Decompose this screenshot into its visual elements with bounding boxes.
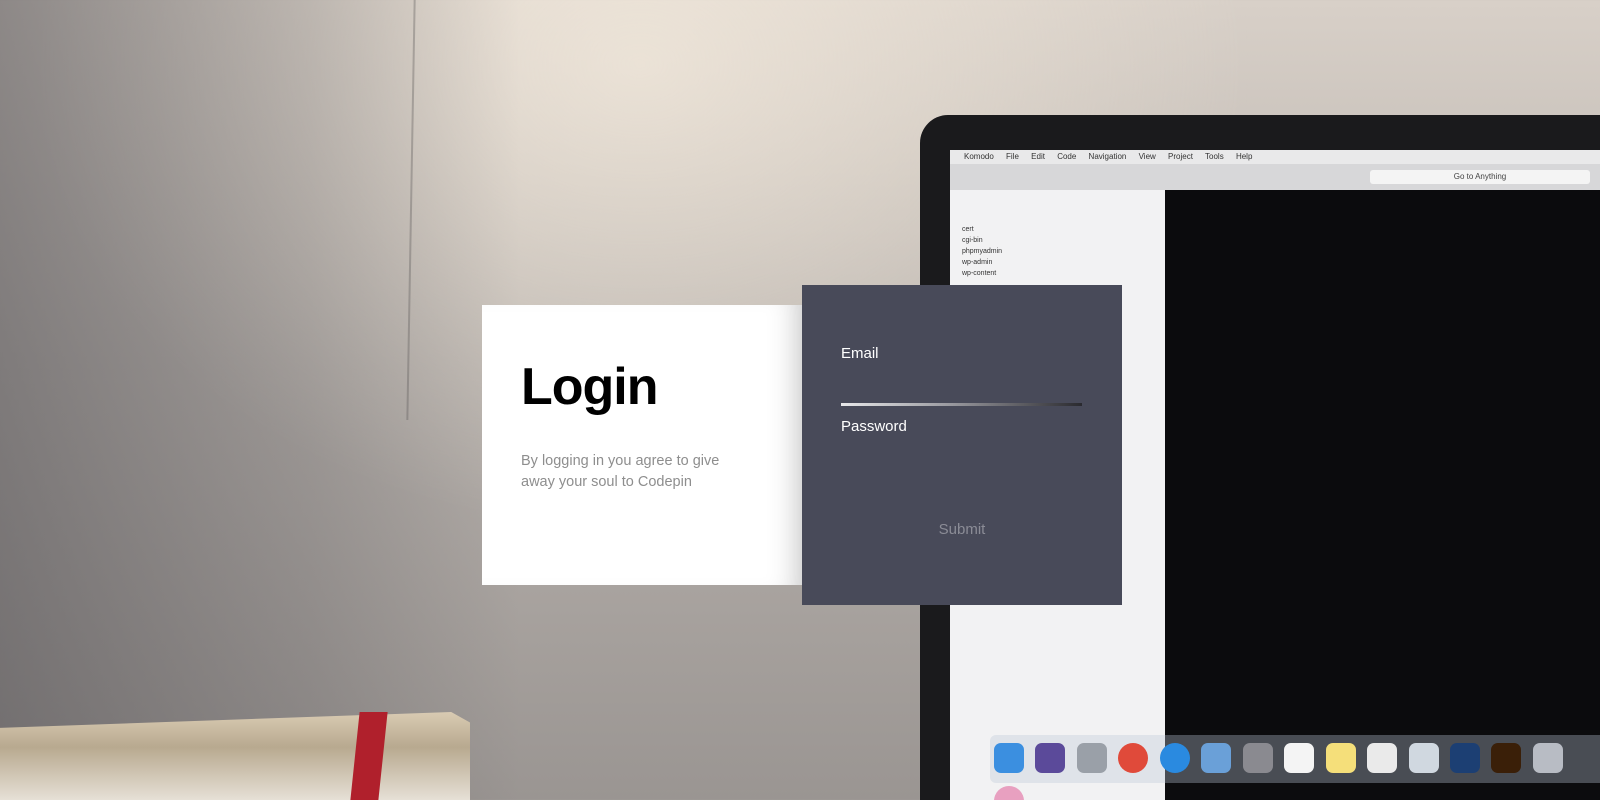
background-dock-mail-icon bbox=[1201, 743, 1232, 773]
background-menu-item: Komodo bbox=[964, 152, 994, 161]
background-menu-item: View bbox=[1138, 152, 1156, 161]
login-form: Email Password Submit bbox=[802, 285, 1122, 605]
background-code-pane bbox=[1165, 190, 1600, 730]
background-dock-preview-icon bbox=[1408, 743, 1439, 773]
background-code-line bbox=[1165, 240, 1600, 250]
background-menu-item: Tools bbox=[1205, 152, 1224, 161]
login-card: Login By logging in you agree to give aw… bbox=[482, 305, 804, 585]
background-dock-launchpad-icon bbox=[1076, 743, 1107, 773]
background-tree-item: cert bbox=[962, 226, 974, 233]
background-menu-item: Code bbox=[1057, 152, 1077, 161]
background-editor-toolbar: Go to Anything bbox=[950, 164, 1600, 191]
background-shadow bbox=[0, 0, 520, 800]
background-tree-item: phpmyadmin bbox=[962, 248, 1003, 255]
background-menu-item: File bbox=[1006, 152, 1019, 161]
background-dock-settings-icon bbox=[1242, 743, 1273, 773]
background-editor-menubar: Komodo File Edit Code Navigation View Pr… bbox=[950, 150, 1600, 164]
background-code-line bbox=[1165, 220, 1600, 230]
password-field[interactable] bbox=[841, 437, 1082, 463]
background-tree-item: wp-admin bbox=[962, 259, 993, 266]
email-label: Email bbox=[841, 345, 879, 362]
background-dock-photos-icon bbox=[994, 786, 1024, 800]
background-dock-app-icon bbox=[1532, 743, 1563, 773]
background-dock-reminders-icon bbox=[1367, 743, 1398, 773]
background-dock-chrome-icon bbox=[1118, 743, 1149, 773]
email-field-underline bbox=[841, 403, 1082, 406]
background-menu-item: Project bbox=[1168, 152, 1193, 161]
background-dock-illustrator-icon bbox=[1491, 743, 1522, 773]
background-tree-item: wp-content bbox=[962, 270, 997, 277]
login-subtitle: By logging in you agree to give away you… bbox=[521, 453, 720, 490]
background-menu-item: Edit bbox=[1031, 152, 1045, 161]
background-code-line bbox=[1165, 210, 1600, 220]
background-dock-photoshop-icon bbox=[1449, 743, 1480, 773]
password-label: Password bbox=[841, 418, 907, 435]
background-dock-calendar-icon bbox=[1284, 743, 1315, 773]
email-field[interactable] bbox=[841, 365, 1082, 391]
background-dock-siri-icon bbox=[1035, 743, 1066, 773]
background-menu-item: Navigation bbox=[1088, 152, 1127, 161]
background-tree-item: cgi-bin bbox=[962, 237, 983, 244]
background-menu-item: Help bbox=[1235, 152, 1253, 161]
background-dock bbox=[990, 735, 1600, 800]
background-dock-notes-icon bbox=[1325, 743, 1356, 773]
background-goto-field: Go to Anything bbox=[1370, 170, 1590, 184]
background-dock-safari-icon bbox=[1159, 743, 1190, 773]
submit-button[interactable]: Submit bbox=[902, 514, 1022, 544]
background-dock-finder-icon bbox=[994, 743, 1024, 773]
background-code-line bbox=[1165, 230, 1600, 240]
page-title: Login bbox=[521, 358, 659, 416]
